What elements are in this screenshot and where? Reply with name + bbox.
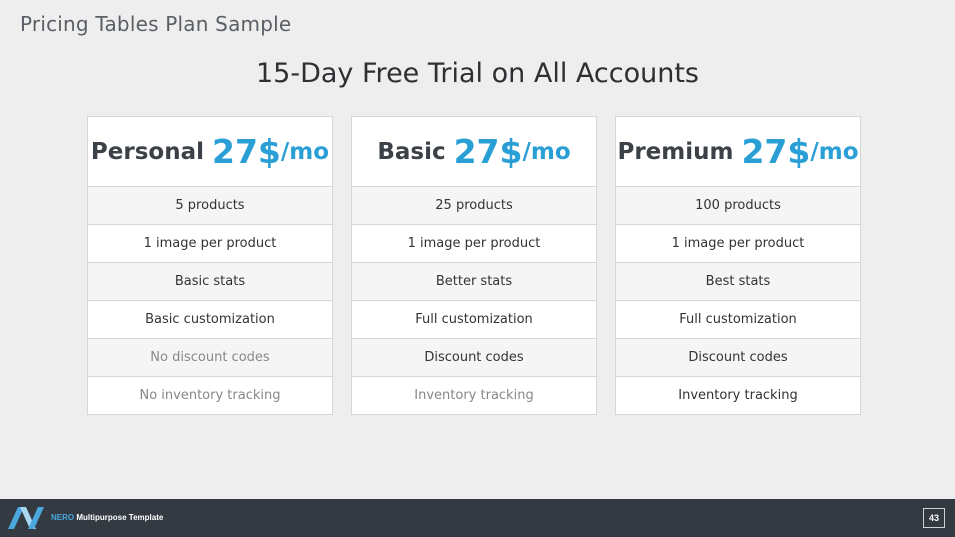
- feature-row: Basic stats: [88, 263, 332, 301]
- footer-bar: NERO Multipurpose Template 43: [0, 499, 955, 537]
- plan-name: Basic: [377, 138, 446, 165]
- footer-subtitle: Multipurpose Template: [74, 513, 164, 522]
- nero-logo-icon: [8, 507, 44, 534]
- plan-header: Premium 27$ /mo: [616, 117, 860, 187]
- plan-price: 27$: [453, 132, 523, 171]
- pricing-tables: Personal 27$ /mo 5 products 1 image per …: [87, 116, 861, 415]
- feature-row: 1 image per product: [352, 225, 596, 263]
- plan-price: 27$: [212, 132, 281, 171]
- feature-row: Discount codes: [616, 339, 860, 377]
- feature-row: No inventory tracking: [139, 388, 281, 403]
- footer-brand: NERO: [51, 513, 75, 522]
- feature-row: Full customization: [616, 301, 860, 339]
- plan-card-basic: Basic 27$ /mo 25 products 1 image per pr…: [351, 116, 597, 415]
- feature-row: Inventory tracking: [678, 388, 798, 403]
- plan-period: /mo: [280, 138, 330, 165]
- plan-card-premium: Premium 27$ /mo 100 products 1 image per…: [615, 116, 861, 415]
- plan-period: /mo: [522, 138, 571, 165]
- feature-row: Better stats: [352, 263, 596, 301]
- feature-row: Full customization: [352, 301, 596, 339]
- plan-header: Personal 27$ /mo: [88, 117, 332, 187]
- feature-row: No discount codes: [88, 339, 332, 377]
- feature-row: 100 products: [616, 187, 860, 225]
- feature-row: 1 image per product: [616, 225, 860, 263]
- feature-row: 25 products: [352, 187, 596, 225]
- feature-row: Inventory tracking: [414, 388, 534, 403]
- plan-card-personal: Personal 27$ /mo 5 products 1 image per …: [87, 116, 333, 415]
- feature-row: Best stats: [616, 263, 860, 301]
- page-title: 15-Day Free Trial on All Accounts: [256, 58, 699, 89]
- plan-price: 27$: [741, 132, 811, 171]
- page-number: 43: [923, 508, 945, 528]
- footer-title: NERO Multipurpose Template: [51, 513, 163, 522]
- feature-row: 1 image per product: [88, 225, 332, 263]
- plan-name: Premium: [617, 138, 734, 165]
- feature-row: 5 products: [88, 187, 332, 225]
- page-heading: Pricing Tables Plan Sample: [20, 12, 292, 36]
- plan-header: Basic 27$ /mo: [352, 117, 596, 187]
- plan-period: /mo: [810, 138, 859, 165]
- plan-name: Personal: [90, 138, 204, 165]
- feature-row: Discount codes: [352, 339, 596, 377]
- feature-row: Basic customization: [88, 301, 332, 339]
